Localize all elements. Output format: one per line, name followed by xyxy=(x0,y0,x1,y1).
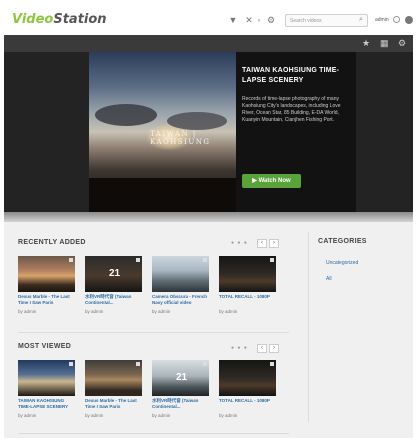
hero-cloud xyxy=(167,112,227,130)
watch-now-button[interactable]: ▶ Watch Now xyxy=(242,174,301,188)
bookmark-icon[interactable] xyxy=(69,258,73,262)
thumbnail-overlay-number: 21 xyxy=(176,372,188,383)
video-owner: by admin xyxy=(219,413,238,418)
video-card[interactable]: 21 水利VR時代音 (Taiwan Continental... by adm… xyxy=(152,360,209,418)
video-title[interactable]: Camera Obscura - French Navy official vi… xyxy=(152,294,209,305)
video-card[interactable]: 21 水利VR時代音 (Taiwan Continental... by adm… xyxy=(85,256,142,314)
grid-icon[interactable]: ▦ xyxy=(380,39,389,48)
hero-overlay-text: TAIWAN | KAOHSIUNG xyxy=(150,130,211,146)
video-title[interactable]: TOTAL RECALL - 1080P xyxy=(219,294,276,300)
video-thumbnail[interactable]: 21 xyxy=(85,256,142,292)
hero-divider xyxy=(4,212,413,222)
carousel-prev-button[interactable]: ‹ xyxy=(257,344,267,353)
video-thumbnail[interactable] xyxy=(152,256,209,292)
video-thumbnail[interactable] xyxy=(219,360,276,396)
video-card[interactable]: TOTAL RECALL - 1080P by admin xyxy=(219,360,276,418)
power-icon[interactable] xyxy=(405,16,413,24)
video-title[interactable]: TAIWAN KAOHSIUNG TIME-LAPSE SCENERY xyxy=(18,398,75,409)
video-card[interactable]: Dexus Marble - The Last Time I Saw Paris… xyxy=(85,360,142,418)
settings-icon[interactable]: ⚙ xyxy=(266,15,276,25)
hero-description: Records of time-lapse photography of man… xyxy=(242,96,341,123)
category-uncategorized[interactable]: Uncategorized xyxy=(326,260,358,266)
watch-now-label: Watch Now xyxy=(258,178,291,184)
video-thumbnail[interactable] xyxy=(18,360,75,396)
video-title[interactable]: Dexus Marble - The Last Time I Saw Paris xyxy=(85,398,142,409)
category-all[interactable]: All xyxy=(326,276,332,282)
logo-video: Video xyxy=(12,12,54,27)
sidebar-divider xyxy=(308,232,309,422)
video-thumbnail[interactable] xyxy=(219,256,276,292)
user-name[interactable]: admin xyxy=(375,17,389,23)
video-owner: by admin xyxy=(152,413,171,418)
tools-icon[interactable]: ✕ xyxy=(244,15,254,25)
hero-ground xyxy=(89,178,236,212)
filter-icon[interactable]: ▼ xyxy=(228,15,238,25)
hero-cloud xyxy=(95,104,157,126)
video-title[interactable]: TOTAL RECALL - 1080P xyxy=(219,398,276,404)
carousel-prev-button[interactable]: ‹ xyxy=(257,239,267,248)
video-card[interactable]: Dexus Marble - The Last Time I Saw Paris… xyxy=(18,256,75,314)
video-card[interactable]: TAIWAN KAOHSIUNG TIME-LAPSE SCENERY by a… xyxy=(18,360,75,418)
video-card[interactable]: TOTAL RECALL - 1080P by admin xyxy=(219,256,276,314)
top-header: VideoStation ▼ ✕ ◦ ⚙ Search videos ⌕ adm… xyxy=(4,4,413,35)
video-title[interactable]: Dexus Marble - The Last Time I Saw Paris xyxy=(18,294,75,305)
video-owner: by admin xyxy=(85,413,104,418)
user-menu-icon[interactable] xyxy=(393,16,400,23)
section-divider xyxy=(18,332,289,333)
bookmark-icon[interactable] xyxy=(69,362,73,366)
video-owner: by admin xyxy=(18,413,37,418)
carousel-next-button[interactable]: › xyxy=(269,344,279,353)
bookmark-icon[interactable] xyxy=(270,362,274,366)
featured-hero: TAIWAN | KAOHSIUNG TAIWAN KAOHSIUNG TIME… xyxy=(4,52,413,212)
video-thumbnail[interactable] xyxy=(85,360,142,396)
star-icon[interactable]: ★ xyxy=(362,39,371,48)
video-thumbnail[interactable]: 21 xyxy=(152,360,209,396)
thumbnail-overlay-number: 21 xyxy=(109,268,121,279)
gear-icon[interactable]: ⚙ xyxy=(398,39,407,48)
video-owner: by admin xyxy=(18,309,37,314)
video-owner: by admin xyxy=(85,309,104,314)
hero-toolbar: ★ ▦ ⚙ xyxy=(4,35,413,52)
hero-title[interactable]: TAIWAN KAOHSIUNG TIME-LAPSE SCENERY xyxy=(242,66,350,86)
video-thumbnail[interactable] xyxy=(18,256,75,292)
bookmark-icon[interactable] xyxy=(136,258,140,262)
bookmark-icon[interactable] xyxy=(270,258,274,262)
bookmark-icon[interactable] xyxy=(203,362,207,366)
main-content: RECENTLY ADDED ● ● ● ‹ › Dexus Marble - … xyxy=(4,222,413,438)
categories-title: CATEGORIES xyxy=(318,238,367,245)
section-divider xyxy=(18,433,289,434)
video-owner: by admin xyxy=(152,309,171,314)
carousel-dots[interactable]: ● ● ● xyxy=(231,345,248,351)
recently-added-title: RECENTLY ADDED xyxy=(18,239,86,246)
search-input[interactable]: Search videos xyxy=(285,14,368,27)
video-owner: by admin xyxy=(219,309,238,314)
bookmark-icon[interactable] xyxy=(136,362,140,366)
video-card[interactable]: Camera Obscura - French Navy official vi… xyxy=(152,256,209,314)
carousel-dots[interactable]: ● ● ● xyxy=(231,240,248,246)
hero-info-panel: TAIWAN KAOHSIUNG TIME-LAPSE SCENERY Reco… xyxy=(236,52,356,212)
logo-station: Station xyxy=(53,12,107,27)
video-title[interactable]: 水利VR時代音 (Taiwan Continental... xyxy=(85,294,142,305)
tag-icon[interactable]: ◦ xyxy=(254,15,264,25)
carousel-next-button[interactable]: › xyxy=(269,239,279,248)
bookmark-icon[interactable] xyxy=(203,258,207,262)
video-title[interactable]: 水利VR時代音 (Taiwan Continental... xyxy=(152,398,209,409)
search-icon[interactable]: ⌕ xyxy=(359,16,366,23)
featured-thumbnail[interactable]: TAIWAN | KAOHSIUNG xyxy=(89,52,236,212)
app-logo[interactable]: VideoStation xyxy=(12,12,107,27)
most-viewed-title: MOST VIEWED xyxy=(18,343,72,350)
